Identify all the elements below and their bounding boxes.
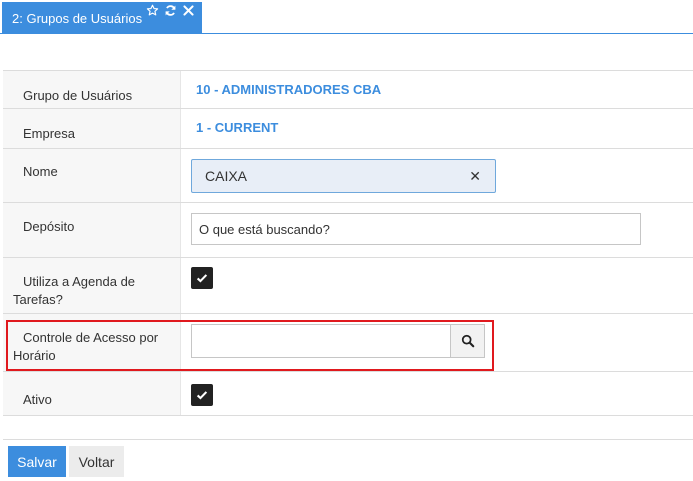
back-button[interactable]: Voltar xyxy=(69,446,124,477)
star-icon[interactable] xyxy=(146,4,159,17)
row-grupo-usuarios: Grupo de Usuários 10 - ADMINISTRADORES C… xyxy=(3,71,693,109)
agenda-checkbox[interactable] xyxy=(191,267,213,289)
row-empresa: Empresa 1 - CURRENT xyxy=(3,109,693,149)
deposito-label: Depósito xyxy=(23,219,75,234)
empresa-label: Empresa xyxy=(23,126,76,141)
empresa-value[interactable]: 1 - CURRENT xyxy=(196,120,278,135)
nome-value: CAIXA xyxy=(205,168,248,184)
row-agenda-tarefas: Utiliza a Agenda de Tarefas? xyxy=(3,258,693,314)
tab-bar: 2: Grupos de Usuários xyxy=(0,0,693,34)
row-ativo: Ativo xyxy=(3,372,693,416)
footer-divider xyxy=(3,439,693,440)
row-nome: Nome CAIXA ✕ xyxy=(3,149,693,203)
grupo-usuarios-label: Grupo de Usuários xyxy=(23,88,133,103)
close-icon[interactable] xyxy=(182,4,195,17)
nome-label: Nome xyxy=(23,164,58,179)
save-button[interactable]: Salvar xyxy=(8,446,66,477)
nome-field[interactable]: CAIXA ✕ xyxy=(191,159,496,193)
grupo-usuarios-value[interactable]: 10 - ADMINISTRADORES CBA xyxy=(196,82,381,97)
tab-grupos-usuarios[interactable]: 2: Grupos de Usuários xyxy=(2,2,202,33)
highlight-box xyxy=(6,320,494,371)
tab-title: 2: Grupos de Usuários xyxy=(12,11,143,26)
agenda-label: Utiliza a Agenda de Tarefas? xyxy=(13,274,136,307)
ativo-label: Ativo xyxy=(23,392,52,407)
ativo-checkbox[interactable] xyxy=(191,384,213,406)
deposito-search-input[interactable] xyxy=(191,213,641,245)
row-deposito: Depósito xyxy=(3,203,693,258)
clear-icon[interactable]: ✕ xyxy=(469,168,481,185)
refresh-icon[interactable] xyxy=(164,4,177,17)
